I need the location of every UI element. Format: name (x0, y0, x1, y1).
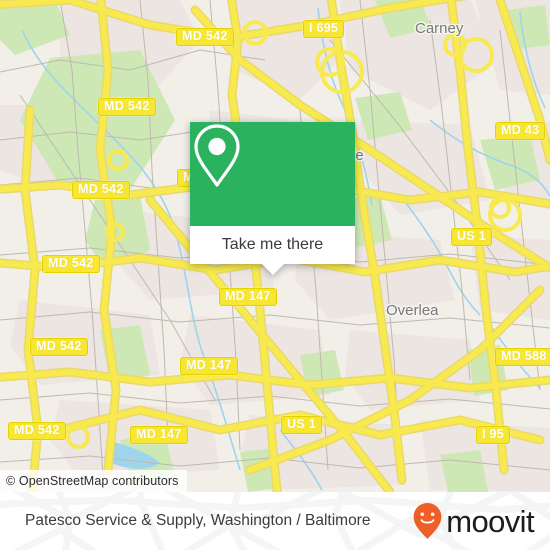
road-shield: MD 147 (130, 426, 188, 444)
location-caption: Patesco Service & Supply, Washington / B… (25, 512, 371, 529)
moovit-brand[interactable]: moovit (412, 502, 535, 540)
moovit-wordmark: moovit (446, 503, 534, 539)
map-pin-icon (194, 124, 240, 187)
road-shield: MD 542 (8, 422, 66, 440)
map-attribution[interactable]: © OpenStreetMap contributors (0, 470, 187, 492)
road-shield: MD 542 (42, 255, 100, 273)
screenshot-root: Carney le Overlea MD 542 I 695 MD 542 MD… (0, 0, 550, 550)
road-shield: MD 43 (495, 122, 546, 140)
road-shield: MD 588 (495, 348, 550, 366)
destination-popup-card[interactable]: Take me there (190, 122, 355, 275)
road-shield: I 95 (476, 426, 511, 444)
road-shield: US 1 (281, 416, 322, 434)
road-shield: MD 542 (176, 28, 234, 46)
take-me-there-label: Take me there (221, 236, 324, 253)
popup-header (190, 122, 355, 226)
place-label: Overlea (386, 302, 439, 319)
road-shield: MD 542 (30, 338, 88, 356)
popup-tail (261, 264, 284, 275)
road-shield: MD 147 (219, 288, 277, 306)
take-me-there-button[interactable]: Take me there (190, 226, 355, 264)
road-shield: US 1 (451, 228, 492, 246)
place-label: Carney (415, 20, 464, 37)
map-canvas[interactable]: Carney le Overlea MD 542 I 695 MD 542 MD… (0, 0, 550, 492)
road-shield: MD 147 (180, 357, 238, 375)
road-shield: I 695 (303, 20, 345, 38)
road-shield: MD 542 (72, 181, 130, 199)
road-shield: MD 542 (98, 98, 156, 116)
footer-bar: Patesco Service & Supply, Washington / B… (0, 492, 550, 550)
moovit-smiley-pin-icon (413, 503, 442, 539)
